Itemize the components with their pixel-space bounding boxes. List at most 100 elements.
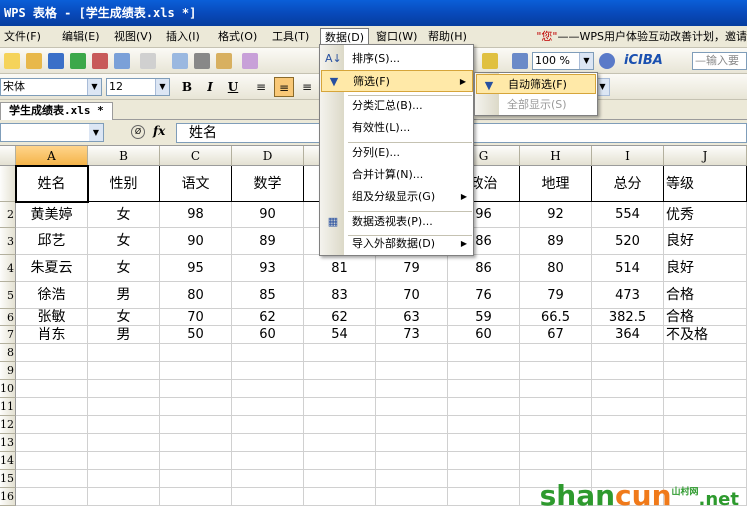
table-cell[interactable] — [664, 398, 747, 416]
table-cell[interactable]: 合格 — [664, 309, 747, 326]
table-cell[interactable]: 73 — [376, 326, 448, 344]
table-cell[interactable]: 男 — [88, 282, 160, 309]
table-cell[interactable] — [16, 344, 88, 362]
column-header-c[interactable]: C — [160, 146, 232, 166]
table-header-cell[interactable]: 总分 — [592, 166, 664, 202]
table-cell[interactable] — [232, 434, 304, 452]
align-right-icon[interactable]: ≡ — [297, 77, 317, 97]
table-cell[interactable]: 黄美婷 — [16, 202, 88, 228]
table-cell[interactable] — [16, 434, 88, 452]
table-cell[interactable] — [160, 380, 232, 398]
table-cell[interactable]: 良好 — [664, 255, 747, 282]
menu-item-consolidate[interactable]: 合并计算(N)... — [321, 164, 473, 186]
table-cell[interactable]: 62 — [304, 309, 376, 326]
row-header[interactable]: 9 — [0, 362, 16, 380]
table-cell[interactable]: 514 — [592, 255, 664, 282]
table-cell[interactable] — [304, 380, 376, 398]
table-cell[interactable] — [592, 452, 664, 470]
table-cell[interactable]: 89 — [520, 228, 592, 255]
chevron-down-icon[interactable]: ▼ — [155, 79, 169, 95]
table-cell[interactable] — [304, 344, 376, 362]
table-cell[interactable] — [520, 344, 592, 362]
menu-tools[interactable]: 工具(T) — [268, 28, 313, 46]
table-cell[interactable] — [304, 398, 376, 416]
table-cell[interactable] — [448, 362, 520, 380]
new-icon[interactable] — [4, 53, 20, 69]
italic-button[interactable]: I — [200, 77, 220, 97]
menu-item-pivot-table[interactable]: ▦ 数据透视表(P)... — [321, 211, 473, 233]
table-cell[interactable] — [304, 362, 376, 380]
table-header-cell[interactable]: 等级 — [664, 166, 747, 202]
iciba-logo[interactable]: iCIBA — [624, 52, 663, 70]
menu-file[interactable]: 文件(F) — [0, 28, 45, 46]
table-cell[interactable]: 80 — [160, 282, 232, 309]
table-cell[interactable]: 554 — [592, 202, 664, 228]
table-cell[interactable]: 59 — [448, 309, 520, 326]
table-cell[interactable] — [448, 398, 520, 416]
table-cell[interactable]: 张敏 — [16, 309, 88, 326]
table-header-cell[interactable]: 数学 — [232, 166, 304, 202]
insert-function-button[interactable]: fx — [153, 124, 165, 138]
table-cell[interactable] — [88, 380, 160, 398]
table-cell[interactable] — [232, 380, 304, 398]
menu-item-validation[interactable]: 有效性(L)... — [321, 117, 473, 139]
row-header[interactable] — [0, 166, 16, 202]
table-cell[interactable]: 93 — [232, 255, 304, 282]
table-cell[interactable] — [16, 398, 88, 416]
table-cell[interactable] — [664, 362, 747, 380]
table-cell[interactable]: 473 — [592, 282, 664, 309]
name-box[interactable]: ▼ — [0, 123, 104, 142]
cut-icon[interactable] — [194, 53, 210, 69]
menu-view[interactable]: 视图(V) — [110, 28, 156, 46]
table-cell[interactable] — [304, 416, 376, 434]
table-cell[interactable]: 62 — [232, 309, 304, 326]
table-cell[interactable] — [160, 470, 232, 488]
menu-item-filter[interactable]: ▼ 筛选(F) ▶ — [321, 70, 473, 92]
table-cell[interactable] — [520, 434, 592, 452]
row-header[interactable]: 15 — [0, 470, 16, 488]
table-cell[interactable] — [448, 470, 520, 488]
table-cell[interactable] — [448, 344, 520, 362]
table-cell[interactable] — [376, 362, 448, 380]
save-icon[interactable] — [48, 53, 64, 69]
promo-banner[interactable]: "您"——WPS用户体验互动改善计划，邀请 — [536, 28, 747, 46]
table-cell[interactable] — [304, 452, 376, 470]
table-cell[interactable]: 徐浩 — [16, 282, 88, 309]
table-cell[interactable] — [160, 488, 232, 506]
menu-item-text-to-columns[interactable]: 分列(E)... — [321, 142, 473, 164]
table-cell[interactable]: 83 — [304, 282, 376, 309]
font-color-dropdown[interactable]: ▼ — [596, 78, 610, 96]
column-header-a[interactable]: A — [16, 146, 88, 166]
table-cell[interactable] — [376, 416, 448, 434]
chart-icon[interactable] — [512, 53, 528, 69]
table-cell[interactable] — [232, 416, 304, 434]
column-header-d[interactable]: D — [232, 146, 304, 166]
table-cell[interactable] — [376, 344, 448, 362]
table-cell[interactable]: 79 — [520, 282, 592, 309]
column-header-j[interactable]: J — [664, 146, 747, 166]
table-cell[interactable]: 80 — [520, 255, 592, 282]
table-cell[interactable] — [448, 434, 520, 452]
chevron-down-icon[interactable]: ▼ — [87, 79, 101, 95]
table-cell[interactable]: 邱艺 — [16, 228, 88, 255]
table-cell[interactable] — [520, 452, 592, 470]
row-header[interactable]: 4 — [0, 255, 16, 282]
table-cell[interactable] — [376, 488, 448, 506]
help-icon[interactable] — [599, 53, 615, 69]
table-cell[interactable] — [160, 434, 232, 452]
row-header[interactable]: 13 — [0, 434, 16, 452]
table-cell[interactable] — [592, 380, 664, 398]
table-cell[interactable] — [376, 380, 448, 398]
table-header-cell[interactable]: 语文 — [160, 166, 232, 202]
table-header-cell[interactable]: 姓名 — [16, 166, 88, 202]
align-left-icon[interactable]: ≡ — [251, 77, 271, 97]
table-cell[interactable]: 不及格 — [664, 326, 747, 344]
table-cell[interactable]: 86 — [448, 255, 520, 282]
table-cell[interactable] — [88, 470, 160, 488]
row-header[interactable]: 2 — [0, 202, 16, 228]
format-painter-icon[interactable] — [242, 53, 258, 69]
table-cell[interactable] — [376, 452, 448, 470]
row-header[interactable]: 6 — [0, 309, 16, 326]
table-cell[interactable] — [160, 398, 232, 416]
table-cell[interactable] — [232, 488, 304, 506]
